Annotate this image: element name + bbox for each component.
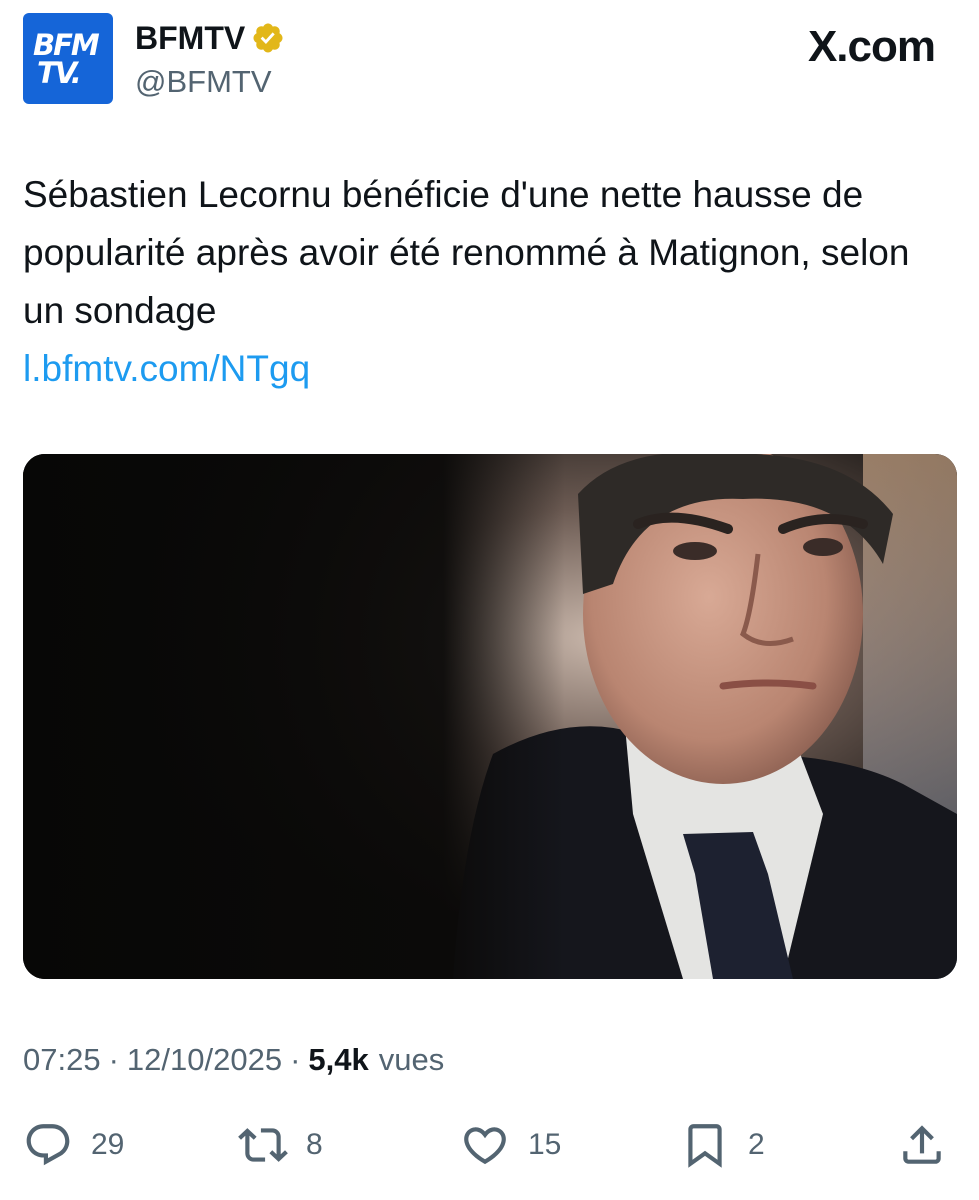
x-com-watermark: X.com (807, 22, 936, 71)
logo-text-line2: TV. (37, 56, 82, 90)
heart-icon (464, 1127, 506, 1165)
tweet-time[interactable]: 07:25 (23, 1038, 101, 1082)
repost-count: 8 (306, 1128, 323, 1161)
photo-portrait-illustration (23, 454, 957, 979)
reply-button[interactable]: 29 (23, 1118, 124, 1172)
like-count: 15 (528, 1128, 562, 1161)
author-handle[interactable]: @BFMTV (135, 62, 272, 102)
share-icon (903, 1125, 941, 1164)
views-label: vues (378, 1042, 445, 1077)
share-button[interactable] (897, 1118, 947, 1172)
views-count: 5,4k (308, 1042, 369, 1077)
tweet-date[interactable]: 12/10/2025 (127, 1038, 282, 1082)
repost-button[interactable]: 8 (238, 1118, 323, 1172)
tweet-meta: 07:25 · 12/10/2025 · 5,4k vues (23, 1038, 444, 1082)
bookmark-icon (688, 1124, 722, 1168)
like-button[interactable]: 15 (460, 1118, 561, 1172)
tweet-text: Sébastien Lecornu bénéficie d'une nette … (23, 174, 910, 331)
repost-icon (238, 1128, 288, 1162)
tweet-link[interactable]: l.bfmtv.com/NTgq (23, 340, 310, 398)
reply-count: 29 (91, 1128, 125, 1161)
action-bar: 29 8 15 2 (0, 1118, 979, 1172)
display-name[interactable]: BFMTV (135, 18, 245, 58)
verified-badge-icon (253, 23, 283, 53)
author-name-row: BFMTV (135, 18, 285, 58)
meta-separator: · (290, 1042, 301, 1077)
reply-icon (26, 1124, 70, 1166)
tweet-photo[interactable] (23, 454, 957, 979)
bookmark-button[interactable]: 2 (680, 1118, 765, 1172)
bookmark-count: 2 (748, 1128, 765, 1161)
avatar-bfmtv-logo[interactable]: BFM TV. (23, 13, 113, 104)
meta-separator: · (108, 1042, 119, 1077)
